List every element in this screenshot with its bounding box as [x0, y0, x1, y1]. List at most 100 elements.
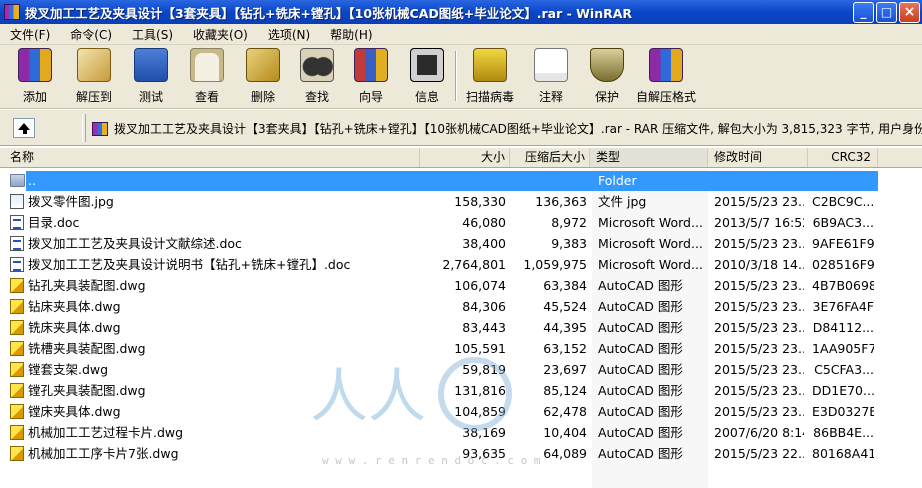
file-size: 2,764,801 — [442, 257, 506, 272]
wizard-icon — [354, 48, 388, 82]
folder-icon — [10, 174, 25, 187]
title-bar: 拨叉加工工艺及夹具设计【3套夹具】【钻孔+铣床+镗孔】【10张机械CAD图纸+毕… — [0, 0, 922, 24]
up-folder-button[interactable] — [13, 118, 35, 138]
file-name: 拨叉加工工艺及夹具设计文献综述.doc — [28, 236, 242, 251]
file-modified: 2015/5/23 23... — [714, 320, 804, 335]
file-packed-size: 10,404 — [543, 425, 587, 440]
file-row[interactable]: 钻孔夹具装配图.dwg 106,074 63,384 AutoCAD 图形 2015/5… — [0, 275, 922, 296]
toolbar-info-button[interactable]: 信息 — [410, 48, 444, 105]
close-button[interactable]: × — [899, 1, 920, 23]
file-packed-size — [512, 170, 587, 191]
column-header-packed[interactable]: 压缩后大小 — [510, 148, 590, 167]
parent-folder-row[interactable]: .. Folder — [0, 170, 922, 191]
image-file-icon — [10, 194, 24, 209]
file-size: 105,591 — [454, 341, 506, 356]
file-name: 拨叉零件图.jpg — [28, 194, 114, 209]
file-modified: 2015/5/23 23... — [714, 404, 804, 419]
toolbar-delete-button[interactable]: 删除 — [246, 48, 280, 105]
file-packed-size: 62,478 — [543, 404, 587, 419]
autocad-file-icon — [10, 341, 24, 356]
extract-to-icon — [77, 48, 111, 82]
sfx-icon — [649, 48, 683, 82]
column-header-type[interactable]: 类型 — [590, 148, 708, 167]
file-name: 钻床夹具体.dwg — [28, 299, 121, 314]
column-header-crc[interactable]: CRC32 — [808, 148, 878, 167]
toolbar-add-button[interactable]: 添加 — [18, 48, 52, 105]
file-type: AutoCAD 图形 — [598, 404, 683, 419]
file-row[interactable]: 机械加工工艺过程卡片.dwg 38,169 10,404 AutoCAD 图形 2007… — [0, 422, 922, 443]
file-name: 机械加工工序卡片7张.dwg — [28, 446, 179, 461]
file-row[interactable]: 钻床夹具体.dwg 84,306 45,524 AutoCAD 图形 2015/5/23… — [0, 296, 922, 317]
autocad-file-icon — [10, 320, 24, 335]
add-archive-icon — [18, 48, 52, 82]
menu-tools[interactable]: 工具(S) — [122, 26, 183, 43]
column-header-modified[interactable]: 修改时间 — [708, 148, 808, 167]
file-name: 目录.doc — [28, 215, 80, 230]
file-row[interactable]: 镗床夹具体.dwg 104,859 62,478 AutoCAD 图形 2015/5/2… — [0, 401, 922, 422]
file-packed-size: 1,059,975 — [523, 257, 587, 272]
file-packed-size: 9,383 — [551, 236, 587, 251]
toolbar-view-button[interactable]: 查看 — [190, 48, 224, 105]
file-size: 38,400 — [462, 236, 506, 251]
file-type: Microsoft Word... — [598, 215, 703, 230]
file-packed-size: 63,384 — [543, 278, 587, 293]
file-crc: 4B7B0698 — [812, 278, 874, 293]
toolbar-separator — [455, 51, 457, 101]
toolbar-protect-button[interactable]: 保护 — [590, 48, 624, 105]
menu-help[interactable]: 帮助(H) — [320, 26, 382, 43]
test-icon — [134, 48, 168, 82]
file-packed-size: 85,124 — [543, 383, 587, 398]
file-row[interactable]: 拨叉加工工艺及夹具设计文献综述.doc 38,400 9,383 Microsoft … — [0, 233, 922, 254]
file-crc: C5CFA3... — [814, 362, 874, 377]
file-crc — [812, 170, 874, 191]
address-separator — [82, 114, 86, 142]
file-modified: 2015/5/23 22... — [714, 446, 804, 461]
column-header-size[interactable]: 大小 — [420, 148, 510, 167]
file-name: .. — [28, 173, 36, 188]
file-type: AutoCAD 图形 — [598, 446, 683, 461]
protect-icon — [590, 48, 624, 82]
toolbar-extract-button[interactable]: 解压到 — [76, 48, 112, 105]
file-modified: 2010/3/18 14... — [714, 257, 804, 272]
file-crc: C2BC9C... — [812, 194, 874, 209]
find-icon — [300, 48, 334, 82]
file-row[interactable]: 铣槽夹具装配图.dwg 105,591 63,152 AutoCAD 图形 2015/5… — [0, 338, 922, 359]
menu-commands[interactable]: 命令(C) — [60, 26, 122, 43]
menu-file[interactable]: 文件(F) — [0, 26, 60, 43]
virus-scan-icon — [473, 48, 507, 82]
file-size: 104,859 — [454, 404, 506, 419]
toolbar-virus-scan-button[interactable]: 扫描病毒 — [466, 48, 514, 105]
file-row[interactable]: 机械加工工序卡片7张.dwg 93,635 64,089 AutoCAD 图形 2015… — [0, 443, 922, 464]
file-modified: 2015/5/23 23... — [714, 362, 804, 377]
word-document-icon — [10, 257, 24, 272]
list-header: 名称 大小 压缩后大小 类型 修改时间 CRC32 — [0, 148, 922, 168]
file-type: AutoCAD 图形 — [598, 425, 683, 440]
menu-options[interactable]: 选项(N) — [258, 26, 320, 43]
toolbar-wizard-button[interactable]: 向导 — [354, 48, 388, 105]
file-row[interactable]: 镗套支架.dwg 59,819 23,697 AutoCAD 图形 2015/5/23 … — [0, 359, 922, 380]
file-row[interactable]: 镗孔夹具装配图.dwg 131,816 85,124 AutoCAD 图形 2015/5… — [0, 380, 922, 401]
address-path[interactable]: 拨叉加工工艺及夹具设计【3套夹具】【钻孔+铣床+镗孔】【10张机械CAD图纸+毕… — [92, 120, 922, 137]
file-packed-size: 136,363 — [535, 194, 587, 209]
rar-archive-icon — [92, 121, 108, 136]
file-row[interactable]: 拨叉零件图.jpg 158,330 136,363 文件 jpg 2015/5/23 2… — [0, 191, 922, 212]
file-row[interactable]: 铣床夹具体.dwg 83,443 44,395 AutoCAD 图形 2015/5/23… — [0, 317, 922, 338]
autocad-file-icon — [10, 299, 24, 314]
file-crc: 1AA905F7 — [812, 341, 874, 356]
toolbar-comment-button[interactable]: 注释 — [534, 48, 568, 105]
minimize-button[interactable]: _ — [853, 1, 874, 23]
file-size: 131,816 — [454, 383, 506, 398]
column-header-name[interactable]: 名称 — [0, 148, 420, 167]
toolbar-sfx-button[interactable]: 自解压格式 — [636, 48, 696, 105]
file-row[interactable]: 目录.doc 46,080 8,972 Microsoft Word... 2013/5… — [0, 212, 922, 233]
file-modified: 2015/5/23 23... — [714, 383, 804, 398]
toolbar-find-button[interactable]: 查找 — [300, 48, 334, 105]
menu-favorites[interactable]: 收藏夹(O) — [183, 26, 258, 43]
file-row[interactable]: 拨叉加工工艺及夹具设计说明书【钻孔+铣床+镗孔】.doc 2,764,801 1,0… — [0, 254, 922, 275]
maximize-button[interactable]: □ — [876, 1, 897, 23]
toolbar-test-button[interactable]: 测试 — [134, 48, 168, 105]
file-crc: 6B9AC3... — [812, 215, 874, 230]
autocad-file-icon — [10, 278, 24, 293]
file-name: 镗床夹具体.dwg — [28, 404, 121, 419]
file-type: AutoCAD 图形 — [598, 278, 683, 293]
